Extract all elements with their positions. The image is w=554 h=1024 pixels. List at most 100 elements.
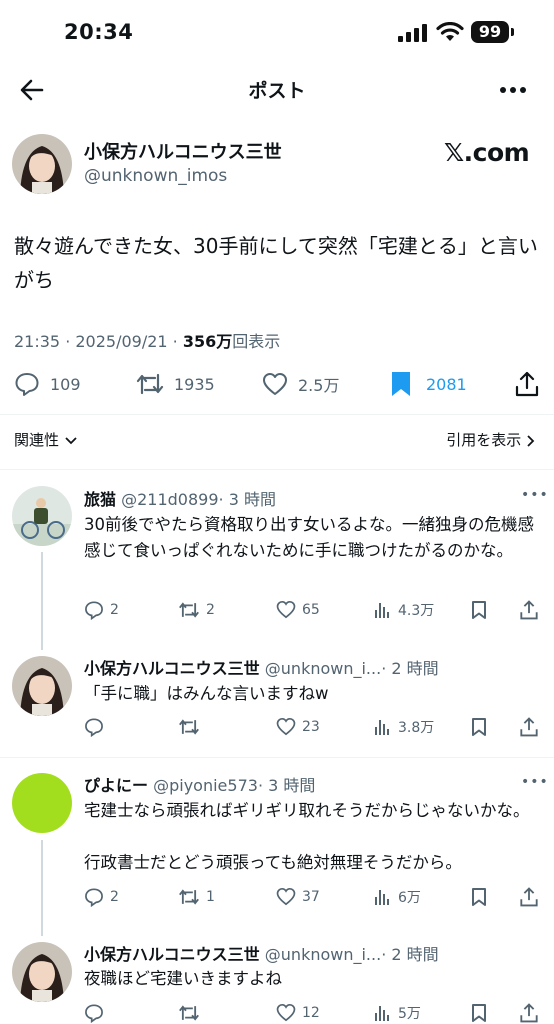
- bookmark-filled-icon: [392, 372, 410, 396]
- divider: [0, 414, 554, 415]
- post-text: 散々遊んできた女、30手前にして突然「宅建とる」と言いがち: [14, 234, 538, 292]
- reply-reply-button[interactable]: 2: [84, 887, 119, 907]
- reply-time: · 2 時間: [381, 945, 439, 964]
- reply-repost-count: 1: [206, 889, 215, 905]
- sort-label: 関連性: [14, 431, 60, 449]
- page-title: ポスト: [248, 80, 306, 102]
- repost-icon: [179, 602, 199, 618]
- like-count: 2.5万: [298, 376, 340, 395]
- share-icon[interactable]: [519, 716, 539, 738]
- bookmark-icon[interactable]: [471, 1003, 487, 1023]
- reply-count: 109: [50, 374, 81, 394]
- heart-icon: [276, 1003, 296, 1022]
- reply-author-handle[interactable]: @211d0899: [121, 490, 218, 509]
- reply-repost-button[interactable]: 2: [178, 600, 215, 620]
- view-quotes-link[interactable]: 引用を表示: [446, 429, 536, 450]
- reply-text: 「手に職」はみんな言いますねw: [84, 684, 329, 703]
- reply-button[interactable]: 109: [14, 368, 81, 400]
- author-name[interactable]: 小保方ハルコニウス三世: [84, 138, 282, 164]
- bookmark-icon[interactable]: [471, 600, 487, 620]
- post-timestamp: 21:35 · 2025/09/21 ·: [14, 332, 183, 351]
- reply-icon: [85, 718, 103, 737]
- view-count: 356万: [182, 332, 233, 351]
- reply-repost-button[interactable]: [178, 1003, 200, 1023]
- reply-header: ぴよにー @piyonie573· 3 時間: [84, 772, 315, 796]
- reply-reply-count: 2: [110, 602, 119, 618]
- author-handle[interactable]: @unknown_imos: [84, 166, 227, 186]
- status-time: 20:34: [64, 20, 134, 44]
- divider: [0, 469, 554, 470]
- share-button[interactable]: [514, 368, 540, 400]
- thread-line: [41, 552, 43, 650]
- reply-more-icon[interactable]: •••: [521, 774, 549, 790]
- reply-author-name[interactable]: 小保方ハルコニウス三世: [84, 945, 260, 964]
- reply-author-handle[interactable]: @unknown_i...: [265, 945, 381, 964]
- reply-views-button[interactable]: 4.3万: [374, 600, 434, 620]
- reply-author-name[interactable]: 旅猫: [84, 490, 116, 509]
- reply-view-count: 6万: [398, 890, 421, 906]
- views-chart-icon: [375, 1006, 389, 1021]
- reply-like-button[interactable]: 65: [276, 600, 320, 619]
- more-options-icon[interactable]: [499, 78, 527, 102]
- x-com-logo: 𝕏.com: [444, 138, 530, 167]
- reply-text: 宅建士なら頑張ればギリギリ取れそうだからじゃないかな。: [84, 801, 530, 820]
- reply-icon: [85, 1004, 103, 1023]
- reply-reply-button[interactable]: 2: [84, 600, 119, 620]
- repost-icon: [179, 1005, 199, 1021]
- heart-icon: [263, 373, 287, 395]
- repost-icon: [179, 719, 199, 735]
- reply-reply-button[interactable]: [84, 717, 104, 737]
- reply-time: · 3 時間: [218, 490, 276, 509]
- bookmark-button[interactable]: 2081: [390, 368, 467, 400]
- reply-icon: [15, 373, 39, 396]
- quotes-label: 引用を表示: [446, 431, 522, 449]
- views-chart-icon: [375, 890, 389, 905]
- author-avatar[interactable]: [12, 134, 72, 194]
- reply-avatar[interactable]: [12, 773, 72, 833]
- sort-relevance-dropdown[interactable]: 関連性: [14, 429, 78, 450]
- share-icon[interactable]: [519, 1002, 539, 1024]
- reply-avatar[interactable]: [12, 656, 72, 716]
- reply-avatar[interactable]: [12, 942, 72, 1002]
- reply-text-line2: 行政書士だとどう頑張っても絶対無理そうだから。: [84, 853, 462, 872]
- repost-button[interactable]: 1935: [136, 368, 215, 400]
- reply-like-button[interactable]: 12: [276, 1003, 320, 1022]
- reply-views-button[interactable]: 6万: [374, 887, 421, 907]
- nav-bar: ポスト: [0, 64, 554, 116]
- bookmark-count: 2081: [426, 374, 467, 394]
- reply-views-button[interactable]: 3.8万: [374, 717, 434, 737]
- share-icon[interactable]: [519, 599, 539, 621]
- reply-views-button[interactable]: 5万: [374, 1003, 421, 1023]
- reply-reply-button[interactable]: [84, 1003, 104, 1023]
- views-chart-icon: [375, 603, 389, 618]
- reply-like-button[interactable]: 37: [276, 887, 320, 906]
- reply-author-handle[interactable]: @unknown_i...: [265, 659, 381, 678]
- reply-author-handle[interactable]: @piyonie573: [153, 776, 258, 795]
- reply-reply-count: 2: [110, 889, 119, 905]
- post-actions: 109 1935 2.5万 2081: [0, 368, 554, 402]
- like-button[interactable]: 2.5万: [262, 368, 339, 400]
- reply-icon: [85, 888, 103, 907]
- share-icon[interactable]: [519, 886, 539, 908]
- share-icon: [515, 371, 539, 397]
- reply-time: · 2 時間: [381, 659, 439, 678]
- battery-indicator: 99: [471, 21, 509, 43]
- reply-more-icon[interactable]: •••: [521, 487, 549, 503]
- chevron-down-icon: [65, 436, 77, 444]
- cellular-signal-icon: [398, 24, 427, 42]
- reply-avatar[interactable]: [12, 486, 72, 546]
- wifi-icon: [436, 22, 464, 41]
- reply-repost-button[interactable]: 1: [178, 887, 215, 907]
- reply-author-name[interactable]: 小保方ハルコニウス三世: [84, 659, 260, 678]
- thread-line: [41, 840, 43, 936]
- reply-like-button[interactable]: 23: [276, 717, 320, 736]
- reply-icon: [85, 601, 103, 620]
- repost-icon: [136, 373, 164, 395]
- reply-view-count: 5万: [398, 1006, 421, 1022]
- bookmark-icon[interactable]: [471, 717, 487, 737]
- reply-repost-button[interactable]: [178, 717, 200, 737]
- reply-author-name[interactable]: ぴよにー: [84, 776, 148, 795]
- reply-header: 旅猫 @211d0899· 3 時間: [84, 486, 276, 510]
- bookmark-icon[interactable]: [471, 887, 487, 907]
- battery-nub: [511, 28, 514, 36]
